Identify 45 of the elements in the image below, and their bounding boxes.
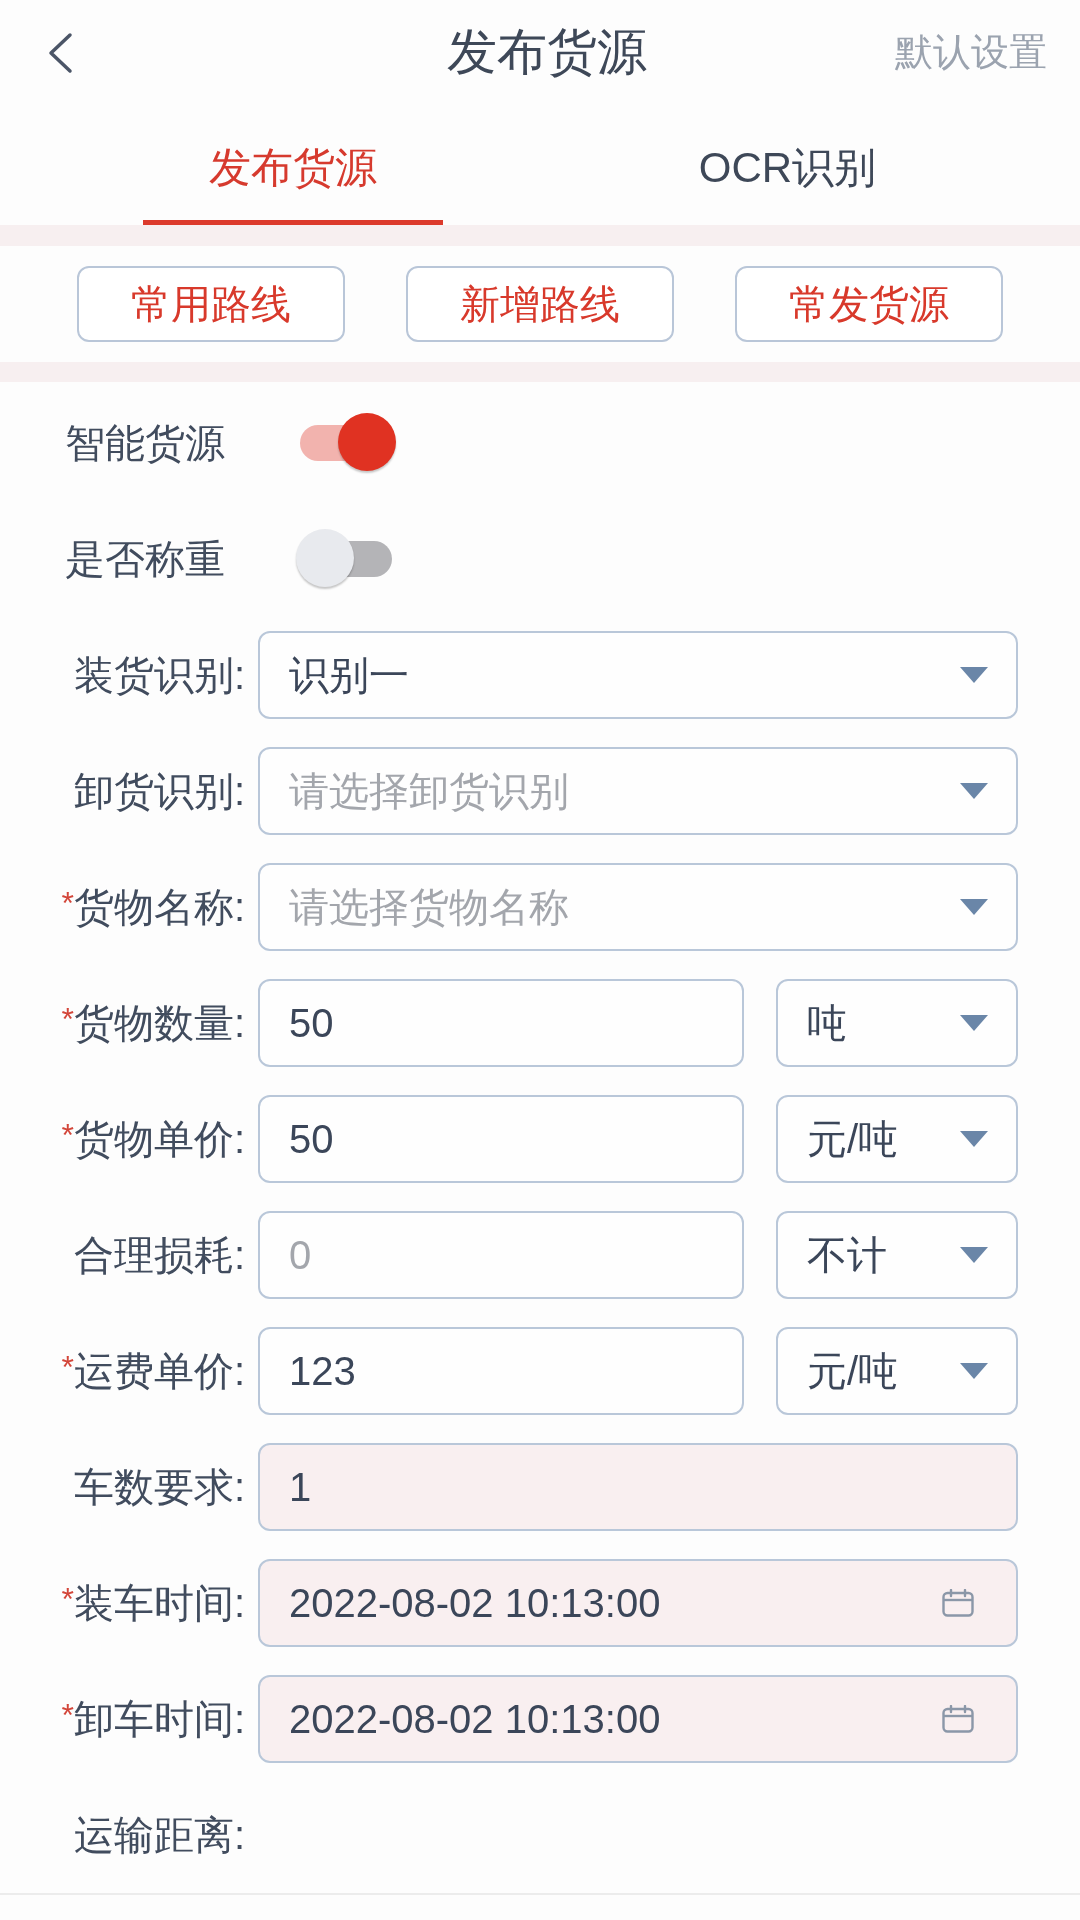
field-label: 运费单价: — [73, 1347, 245, 1395]
field-label: 车数要求: — [73, 1463, 245, 1511]
date-field[interactable]: 2022-08-02 10:13:00 — [258, 1675, 1018, 1763]
switch-label: 是否称重 — [65, 535, 226, 583]
caret-down-icon — [960, 783, 988, 799]
tab[interactable]: OCR识别 — [637, 105, 938, 225]
dropdown-field[interactable]: 识别一 — [258, 631, 1018, 719]
unit-dropdown[interactable]: 吨 — [776, 979, 1018, 1067]
field-label: 装货识别: — [73, 651, 245, 699]
field-label: 装车时间: — [73, 1579, 245, 1627]
input-field[interactable]: 50 — [258, 979, 744, 1067]
calendar-icon — [942, 1705, 974, 1733]
caret-down-icon — [960, 1363, 988, 1379]
back-icon[interactable] — [47, 31, 73, 74]
field-label: 合理损耗: — [73, 1231, 245, 1279]
switch-label: 智能货源 — [65, 419, 226, 467]
field-label: 卸货识别: — [73, 767, 245, 815]
caret-down-icon — [960, 1131, 988, 1147]
field-label: 卸车时间: — [73, 1695, 245, 1743]
page-title: 发布货源 — [447, 23, 647, 82]
required-asterisk: * — [61, 1696, 74, 1733]
input-field[interactable]: 50 — [258, 1095, 744, 1183]
caret-down-icon — [960, 899, 988, 915]
unit-dropdown[interactable]: 元/吨 — [776, 1095, 1018, 1183]
calendar-icon — [942, 1589, 974, 1617]
required-asterisk: * — [61, 1580, 74, 1617]
caret-down-icon — [960, 1247, 988, 1263]
shortcut-button[interactable]: 常发货源 — [735, 266, 1003, 342]
input-field[interactable]: 123 — [258, 1327, 744, 1415]
field-label: 运输距离: — [73, 1811, 245, 1859]
unit-dropdown[interactable]: 元/吨 — [776, 1327, 1018, 1415]
required-asterisk: * — [61, 1116, 74, 1153]
caret-down-icon — [960, 667, 988, 683]
field-label: 货物数量: — [73, 999, 245, 1047]
caret-down-icon — [960, 1015, 988, 1031]
required-asterisk: * — [61, 1000, 74, 1037]
date-field[interactable]: 2022-08-02 10:13:00 — [258, 1559, 1018, 1647]
required-asterisk: * — [61, 1348, 74, 1385]
shortcut-button[interactable]: 新增路线 — [406, 266, 674, 342]
field-label: 货物名称: — [73, 883, 245, 931]
required-asterisk: * — [61, 884, 74, 921]
field-label: 货物单价: — [73, 1115, 245, 1163]
unit-dropdown[interactable]: 不计 — [776, 1211, 1018, 1299]
input-field[interactable]: 1 — [258, 1443, 1018, 1531]
shortcut-button[interactable]: 常用路线 — [77, 266, 345, 342]
